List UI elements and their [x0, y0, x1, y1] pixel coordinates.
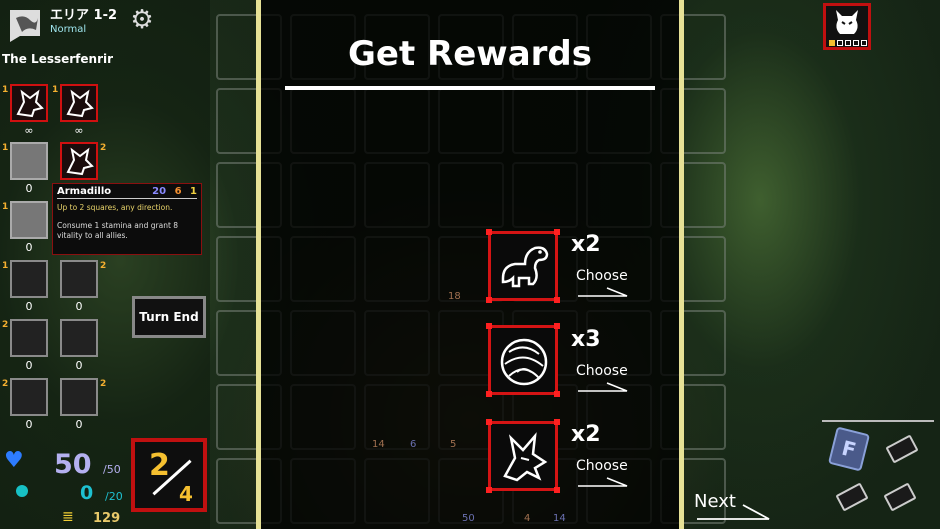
choose-button[interactable]: Choose: [576, 363, 628, 379]
unit-slot[interactable]: [10, 319, 48, 357]
slot-count: 0: [25, 418, 33, 431]
armadillo-icon: [500, 338, 548, 386]
team-name: The Lesserfenrir: [2, 52, 114, 66]
unit-tooltip: Armadillo 20 6 1 Up to 2 squares, any di…: [52, 183, 202, 255]
stamina-max: /20: [105, 490, 123, 503]
turn-end-button[interactable]: Turn End: [132, 296, 206, 338]
arrow-right-icon: [697, 504, 770, 520]
unit-slot[interactable]: [60, 319, 98, 357]
slot-count: 0: [75, 418, 83, 431]
unit-slot[interactable]: [10, 260, 48, 298]
unit-slot[interactable]: [10, 378, 48, 416]
tooltip-effect-text: Consume 1 stamina and grant 8 vitality t…: [57, 221, 179, 240]
demon-icon: [836, 10, 858, 34]
hp-max: /50: [103, 463, 121, 476]
reward-option-1[interactable]: [486, 229, 560, 303]
overlay-border-right: [679, 0, 684, 529]
reward-overlay: [258, 0, 682, 529]
slot-cost: 1: [2, 261, 9, 271]
unit-icon: [66, 147, 94, 176]
unit-slot[interactable]: [60, 260, 98, 298]
board-number: 14: [553, 513, 566, 524]
tooltip-stat-c: 1: [190, 186, 197, 197]
tooltip-stat-a: 20: [152, 186, 167, 197]
wolf-icon: [503, 432, 548, 482]
unit-slot[interactable]: [60, 142, 98, 180]
slot-count: ∞: [74, 124, 84, 137]
reward-quantity: x2: [571, 422, 601, 447]
slot-cost: 1: [2, 143, 9, 153]
choose-button[interactable]: Choose: [576, 458, 628, 474]
slot-cost: 2: [100, 143, 107, 153]
board-number: 6: [410, 439, 417, 450]
gold-value: 129: [93, 511, 121, 526]
enemy-progress: [829, 40, 867, 46]
reward-quantity: x2: [571, 232, 601, 257]
slot-cost: 2: [100, 261, 107, 271]
flag-icon: [10, 10, 40, 42]
slot-cost: 2: [2, 320, 9, 330]
area-title: エリア 1-2: [50, 8, 118, 23]
slot-count: 0: [25, 182, 33, 195]
dinosaur-icon: [501, 246, 549, 288]
turn-counter: 2 4: [131, 438, 207, 512]
tooltip-move-text: Up to 2 squares, any direction.: [57, 203, 173, 212]
heart-icon: ♥: [4, 448, 24, 473]
title-underline: [285, 86, 655, 90]
board-number: 50: [462, 513, 475, 524]
unit-slot[interactable]: [10, 142, 48, 180]
unit-slot[interactable]: [10, 84, 48, 122]
board-number: 14: [372, 439, 385, 450]
reward-quantity: x3: [571, 327, 601, 352]
turn-current: 2: [149, 448, 170, 483]
gear-icon[interactable]: ⚙: [128, 6, 156, 34]
unit-slot[interactable]: [60, 378, 98, 416]
slot-cost: 1: [2, 85, 9, 95]
slot-count: 0: [75, 359, 83, 372]
reward-option-2[interactable]: [486, 323, 560, 397]
choose-button[interactable]: Choose: [576, 268, 628, 284]
board-number: 4: [524, 513, 531, 524]
arrow-right-icon: [578, 287, 628, 297]
deck-divider: [822, 420, 934, 422]
tooltip-name: Armadillo: [57, 186, 112, 197]
slot-count: 0: [25, 359, 33, 372]
slot-cost: 1: [52, 85, 59, 95]
stamina-value: 0: [80, 482, 94, 504]
unit-icon: [66, 89, 94, 118]
coin-icon: ≣: [62, 509, 74, 525]
hp-value: 50: [54, 449, 92, 480]
unit-icon: [16, 89, 44, 118]
stamina-icon: [16, 485, 28, 497]
reward-option-3[interactable]: [486, 419, 560, 493]
tooltip-stat-b: 6: [174, 186, 182, 197]
slot-cost: 2: [2, 379, 9, 389]
turn-max: 4: [179, 482, 193, 506]
rewards-title: Get Rewards: [348, 34, 592, 74]
overlay-border-left: [256, 0, 261, 529]
left-panel: エリア 1-2 Normal ⚙ The Lesserfenrir 1 ∞ 1 ∞ 1 0…: [0, 0, 210, 529]
slot-cost: 1: [2, 202, 9, 212]
slot-count: ∞: [24, 124, 34, 137]
board-number: 5: [450, 439, 457, 450]
unit-slot[interactable]: [10, 201, 48, 239]
slot-count: 0: [25, 300, 33, 313]
slot-count: 0: [75, 300, 83, 313]
slot-count: 0: [25, 241, 33, 254]
board-number: 18: [448, 291, 461, 302]
enemy-portrait[interactable]: [823, 3, 871, 50]
arrow-right-icon: [578, 477, 628, 487]
slot-cost: 2: [100, 379, 107, 389]
arrow-right-icon: [578, 382, 628, 392]
difficulty-label: Normal: [50, 24, 87, 35]
unit-slot[interactable]: [60, 84, 98, 122]
